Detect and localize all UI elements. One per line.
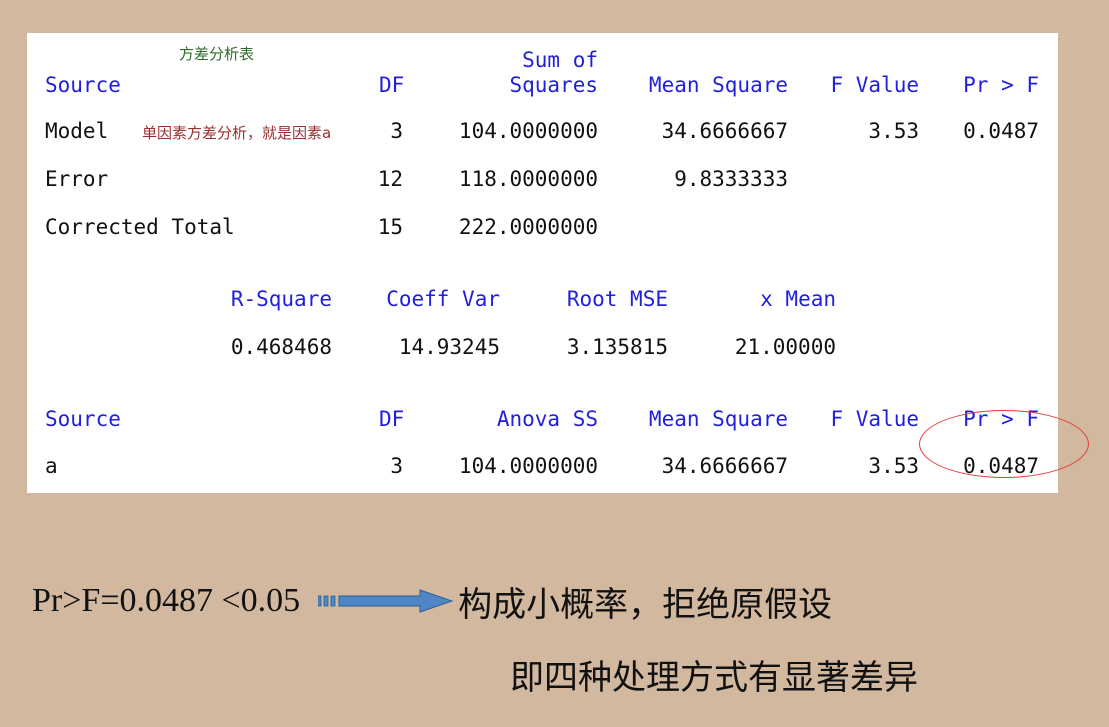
row-model-ss: 104.0000000 [458,119,598,143]
row-error-source: Error [45,167,109,191]
header-df: DF [379,73,405,97]
fit-value-coeff-var: 14.93245 [398,335,500,359]
conclusion-line-2: 即四种处理方式有显著差异 [510,658,918,698]
type-ss-header-f-value: F Value [830,407,919,431]
type-ss-row-ms: 34.6666667 [661,454,788,478]
header-mean-square: Mean Square [648,73,788,97]
row-total-source: Corrected Total [45,215,235,239]
header-ss-line1: Sum of [522,48,598,72]
row-total-df: 15 [377,215,403,239]
row-model-df: 3 [390,119,403,143]
row-error-ms: 9.8333333 [674,167,788,191]
type-ss-header-anova-ss: Anova SS [496,407,598,431]
row-model-f: 3.53 [868,119,919,143]
anova-table-note: 方差分析表 [179,45,255,63]
arrow-right-icon [318,589,454,613]
header-ss-line2: Squares [509,73,598,97]
p-value-highlight-circle [919,410,1089,478]
conclusion-line-1: Pr>F=0.0487 <0.05 构成小概率，拒绝原假设 [32,578,833,625]
model-note: 单因素方差分析，就是因素a [142,124,332,142]
row-error-ss: 118.0000000 [458,167,598,191]
p-value-formula: Pr>F=0.0487 <0.05 [32,582,301,619]
row-model-p: 0.0487 [963,119,1039,143]
fit-value-root-mse: 3.135815 [566,335,668,359]
type-ss-header-mean-square: Mean Square [648,407,788,431]
fit-value-rsquare: 0.468468 [230,335,332,359]
conclusion-reject-null: 构成小概率，拒绝原假设 [458,584,833,625]
row-model-ms: 34.6666667 [661,119,788,143]
header-pr-f: Pr > F [963,73,1039,97]
type-ss-header-source: Source [45,407,121,431]
type-ss-header-df: DF [379,407,405,431]
row-total-ss: 222.0000000 [458,215,598,239]
fit-header-root-mse: Root MSE [566,287,668,311]
type-ss-row-source: a [45,454,58,478]
fit-header-coeff-var: Coeff Var [386,287,500,311]
sas-output-panel: 方差分析表 Source DF Sum of Squares Mean Squa… [27,33,1058,493]
type-ss-row-ss: 104.0000000 [458,454,598,478]
row-model-source: Model [45,119,109,143]
fit-value-mean: 21.00000 [734,335,836,359]
type-ss-row-f: 3.53 [868,454,919,478]
header-f-value: F Value [830,73,919,97]
row-error-df: 12 [377,167,403,191]
header-source: Source [45,73,121,97]
fit-header-mean: x Mean [760,287,836,311]
type-ss-row-df: 3 [390,454,403,478]
fit-header-rsquare: R-Square [230,287,332,311]
